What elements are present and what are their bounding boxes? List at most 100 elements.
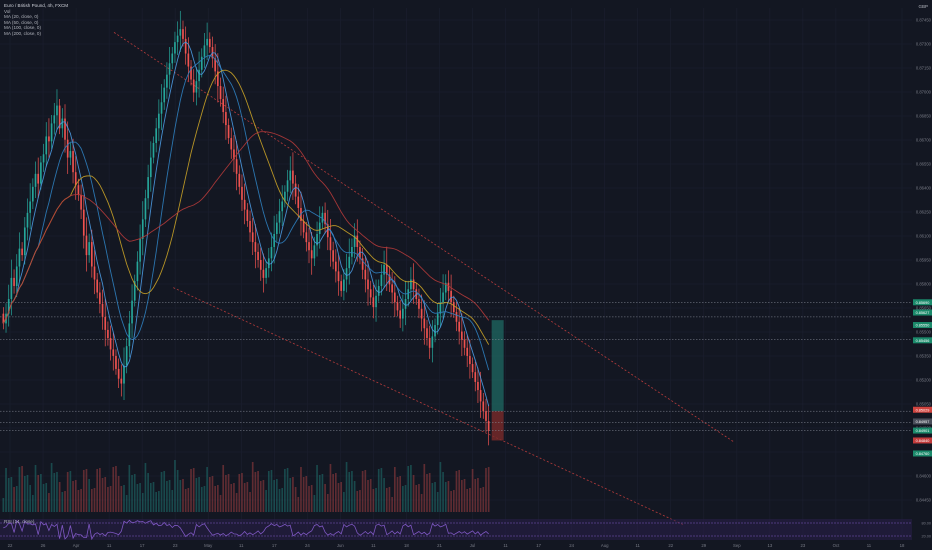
volume-bar [21, 466, 23, 512]
candle-down [246, 209, 249, 221]
candle-down [428, 338, 431, 348]
candle-down [452, 302, 455, 313]
volume-bar [474, 479, 477, 512]
volume-bar [345, 462, 348, 512]
candle-down [85, 235, 88, 256]
price-tick: 0.85950 [916, 258, 932, 263]
candle-up [343, 279, 345, 291]
candle-down [227, 125, 230, 139]
candle-down [332, 250, 334, 262]
price-label: 0.85627 [916, 311, 930, 315]
candle-down [466, 347, 469, 356]
chart-canvas[interactable]: 80.00 20.00 0.87450 0.87300 0.87150 0.87000 0… [0, 0, 932, 550]
time-tick: 11 [371, 543, 376, 548]
volume-bar [337, 483, 340, 512]
volume-bar [369, 479, 372, 512]
chart-background [0, 0, 932, 550]
price-tick: 0.86550 [916, 162, 932, 167]
volume-bar [23, 476, 26, 512]
volume-bar [332, 474, 334, 512]
candle-down [107, 329, 109, 339]
volume-bar [249, 492, 251, 512]
rsi-background [0, 519, 912, 540]
rsi-tick: 80.00 [921, 522, 931, 526]
candle-down [479, 390, 482, 402]
time-tick: 17 [272, 543, 277, 548]
candle-up [147, 177, 149, 199]
price-tick: 0.85200 [916, 378, 932, 383]
candle-up [404, 299, 407, 309]
volume-bar [112, 467, 115, 512]
rsi-legend[interactable]: RSI (14, close) [4, 519, 34, 524]
candle-up [345, 268, 348, 280]
volume-bar [50, 463, 53, 512]
volume-bar [276, 479, 278, 512]
volume-bar [450, 491, 452, 512]
volume-bar [367, 480, 369, 512]
volume-bar [273, 480, 275, 512]
volume-bar [385, 488, 388, 512]
candle-down [184, 38, 187, 54]
volume-bar [420, 494, 423, 512]
time-tick: 11 [503, 543, 508, 548]
candle-down [391, 284, 393, 293]
volume-bar [270, 470, 273, 512]
volume-bar [434, 482, 436, 512]
volume-bar [267, 471, 270, 512]
volume-bar [361, 471, 364, 512]
volume-bar [227, 474, 230, 512]
time-tick: 24 [305, 543, 310, 548]
volume-bar [254, 472, 257, 512]
candle-up [88, 242, 90, 256]
volume-bar [326, 494, 329, 512]
candle-up [198, 69, 200, 82]
volume-bar [101, 478, 104, 512]
volume-bar [482, 487, 485, 512]
volume-bar [375, 488, 377, 512]
candle-down [235, 159, 238, 174]
volume-bar [428, 473, 431, 512]
time-tick: 29 [701, 543, 706, 548]
volume-bar [158, 491, 160, 512]
volume-bar [238, 474, 241, 512]
price-tick: 0.86250 [916, 210, 932, 215]
volume-bar [166, 481, 168, 512]
candle-up [351, 246, 353, 257]
candle-down [463, 339, 466, 348]
time-tick: 23 [800, 543, 805, 548]
volume-bar [117, 476, 120, 512]
candle-down [418, 299, 420, 309]
candle-down [420, 308, 423, 319]
symbol-title[interactable]: Euro / British Pound, 4h, FXCM [4, 3, 68, 9]
volume-bar [396, 477, 399, 512]
candle-down [259, 260, 262, 270]
volume-bar [469, 488, 471, 512]
volume-bar [286, 468, 289, 512]
volume-bar [80, 489, 82, 512]
ma200-legend[interactable]: MA (200, close, 0) [4, 31, 68, 37]
volume-bar [155, 492, 158, 512]
volume-bar [15, 486, 18, 512]
candle-up [69, 151, 72, 158]
price-label: 0.84840 [916, 439, 930, 443]
volume-bar [195, 478, 198, 512]
candle-down [13, 277, 15, 287]
volume-bar [313, 495, 316, 512]
volume-bar [423, 464, 426, 512]
volume-bar [214, 486, 216, 512]
candle-down [469, 355, 471, 365]
volume-bar [447, 481, 450, 512]
volume-bar [321, 474, 324, 512]
candle-up [436, 313, 439, 326]
candle-down [74, 172, 77, 186]
candle-down [254, 242, 257, 252]
candle-down [112, 349, 115, 356]
candle-up [149, 157, 152, 178]
candle-down [243, 199, 246, 210]
candle-up [431, 336, 434, 348]
volume-bar [404, 485, 407, 512]
candle-up [61, 118, 64, 129]
volume-bar [37, 475, 40, 512]
volume-bar [104, 477, 107, 512]
candle-down [340, 281, 343, 291]
